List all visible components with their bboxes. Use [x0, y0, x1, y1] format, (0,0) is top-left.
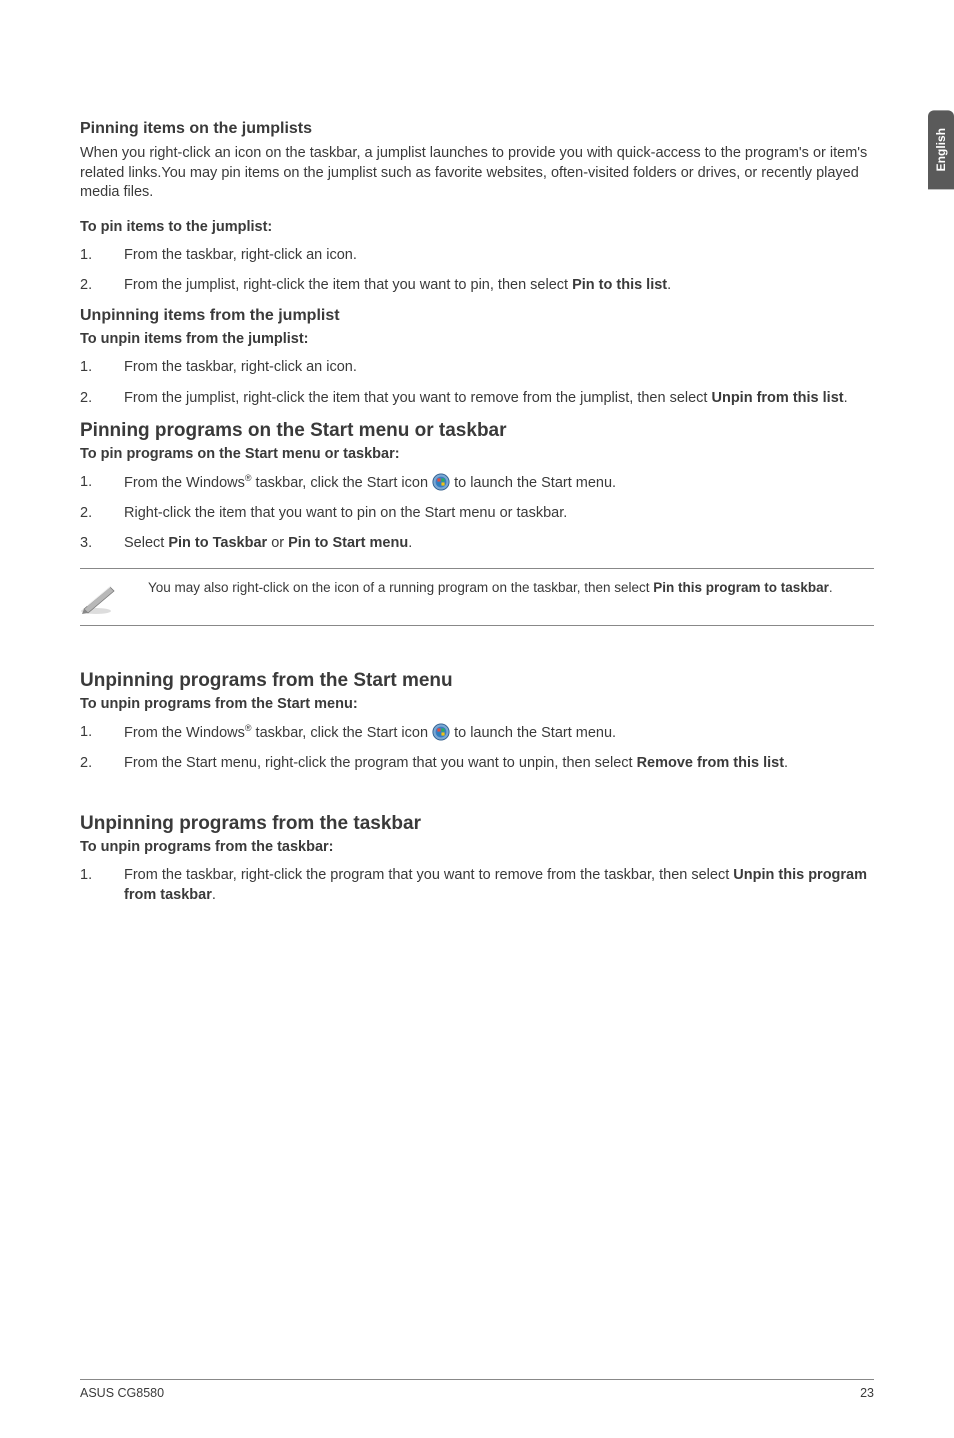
lead-unpin-jumplist: To unpin items from the jumplist:	[80, 331, 874, 347]
step-number: 3.	[80, 533, 124, 553]
list-item: 2. Right-click the item that you want to…	[80, 503, 874, 523]
step-number: 2.	[80, 275, 124, 295]
heading-pinning-jumplists: Pinning items on the jumplists	[80, 120, 874, 138]
list-item: 1. From the taskbar, right-click an icon…	[80, 245, 874, 265]
heading-unpinning-taskbar: Unpinning programs from the taskbar	[80, 813, 874, 835]
step-number: 1.	[80, 472, 124, 493]
step-text: From the taskbar, right-click an icon.	[124, 357, 874, 377]
footer-page-number: 23	[860, 1386, 874, 1400]
list-item: 1. From the Windows® taskbar, click the …	[80, 472, 874, 493]
heading-pinning-startmenu-taskbar: Pinning programs on the Start menu or ta…	[80, 420, 874, 442]
step-text: Right-click the item that you want to pi…	[124, 503, 874, 523]
step-number: 1.	[80, 865, 124, 906]
step-text: From the taskbar, right-click an icon.	[124, 245, 874, 265]
list-item: 2. From the Start menu, right-click the …	[80, 753, 874, 773]
steps-pin-startmenu: 1. From the Windows® taskbar, click the …	[80, 472, 874, 554]
step-text: Select Pin to Taskbar or Pin to Start me…	[124, 533, 874, 553]
step-text: From the jumplist, right-click the item …	[124, 388, 874, 408]
step-number: 2.	[80, 753, 124, 773]
note-text: You may also right-click on the icon of …	[148, 579, 833, 597]
footer-product: ASUS CG8580	[80, 1386, 164, 1400]
pencil-note-icon	[80, 581, 120, 615]
step-text: From the Windows® taskbar, click the Sta…	[124, 472, 874, 493]
steps-unpin-startmenu: 1. From the Windows® taskbar, click the …	[80, 722, 874, 773]
note-block: You may also right-click on the icon of …	[80, 568, 874, 626]
steps-unpin-taskbar: 1. From the taskbar, right-click the pro…	[80, 865, 874, 906]
windows-start-icon	[432, 473, 450, 491]
heading-unpinning-jumplist: Unpinning items from the jumplist	[80, 307, 874, 325]
lead-pin-jumplist: To pin items to the jumplist:	[80, 219, 874, 235]
list-item: 3. Select Pin to Taskbar or Pin to Start…	[80, 533, 874, 553]
list-item: 2. From the jumplist, right-click the it…	[80, 388, 874, 408]
step-number: 1.	[80, 357, 124, 377]
list-item: 1. From the Windows® taskbar, click the …	[80, 722, 874, 743]
lead-pin-startmenu: To pin programs on the Start menu or tas…	[80, 446, 874, 462]
step-number: 1.	[80, 245, 124, 265]
step-text: From the Start menu, right-click the pro…	[124, 753, 874, 773]
step-text: From the taskbar, right-click the progra…	[124, 865, 874, 906]
step-number: 2.	[80, 388, 124, 408]
step-number: 2.	[80, 503, 124, 523]
step-number: 1.	[80, 722, 124, 743]
windows-start-icon	[432, 723, 450, 741]
list-item: 1. From the taskbar, right-click an icon…	[80, 357, 874, 377]
steps-unpin-jumplist: 1. From the taskbar, right-click an icon…	[80, 357, 874, 408]
list-item: 2. From the jumplist, right-click the it…	[80, 275, 874, 295]
language-tab: English	[928, 110, 954, 189]
lead-unpin-taskbar: To unpin programs from the taskbar:	[80, 839, 874, 855]
lead-unpin-startmenu: To unpin programs from the Start menu:	[80, 696, 874, 712]
heading-unpinning-startmenu: Unpinning programs from the Start menu	[80, 670, 874, 692]
step-text: From the Windows® taskbar, click the Sta…	[124, 722, 874, 743]
list-item: 1. From the taskbar, right-click the pro…	[80, 865, 874, 906]
intro-paragraph: When you right-click an icon on the task…	[80, 144, 874, 203]
steps-pin-jumplist: 1. From the taskbar, right-click an icon…	[80, 245, 874, 296]
step-text: From the jumplist, right-click the item …	[124, 275, 874, 295]
page-footer: ASUS CG8580 23	[80, 1379, 874, 1400]
page-content: Pinning items on the jumplists When you …	[0, 0, 954, 906]
